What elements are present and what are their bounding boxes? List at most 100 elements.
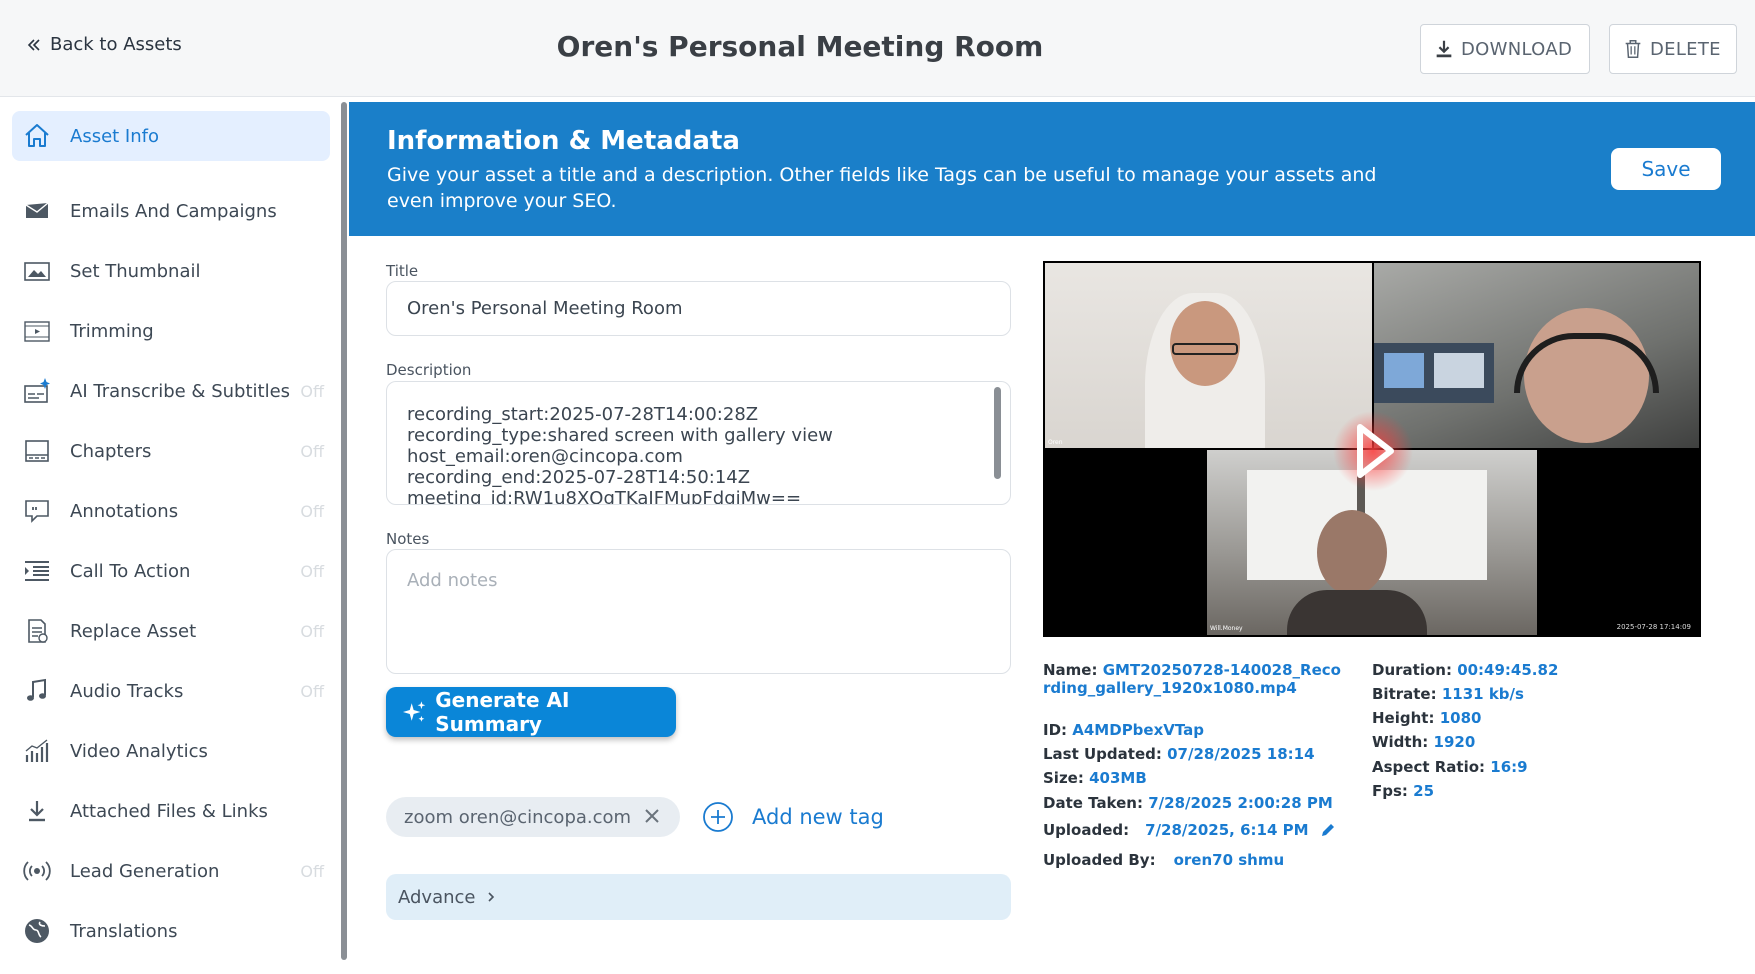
meta-value: 07/28/2025 18:14: [1167, 745, 1315, 763]
notes-label: Notes: [386, 530, 430, 548]
film-trim-icon: [20, 314, 54, 348]
meta-value: A4MDPbexVTap: [1072, 721, 1205, 739]
sidebar-item-label: Emails And Campaigns: [70, 200, 277, 222]
download-icon: [1436, 40, 1452, 58]
add-new-tag-button[interactable]: Add new tag: [702, 801, 884, 833]
generate-ai-summary-button[interactable]: Generate AI Summary: [386, 687, 676, 737]
sidebar-item-lead-generation[interactable]: Lead Generation Off: [12, 846, 330, 896]
advance-label: Advance: [398, 886, 476, 908]
sidebar-item-label: Chapters: [70, 440, 152, 462]
meta-key: Uploaded By:: [1043, 851, 1156, 869]
sidebar-item-video-analytics[interactable]: Video Analytics: [12, 726, 330, 776]
meta-key: Duration:: [1372, 661, 1452, 679]
download-arrow-icon: [20, 794, 54, 828]
sidebar-item-label: Trimming: [70, 320, 154, 342]
sidebar-item-state: Off: [300, 681, 324, 701]
delete-button[interactable]: DELETE: [1609, 24, 1737, 74]
meta-height: Height: 1080: [1372, 709, 1481, 727]
description-textarea[interactable]: recording_start:2025-07-28T14:00:28Z rec…: [386, 381, 1011, 505]
participant-face: [1317, 510, 1387, 595]
video-player[interactable]: Oren Will.Money 2025-07-28 17:14:09: [1043, 261, 1701, 637]
sidebar-item-state: Off: [300, 441, 324, 461]
monitor-screen: [1434, 353, 1484, 388]
sparkles-icon: [402, 701, 426, 722]
title-input[interactable]: Oren's Personal Meeting Room: [386, 281, 1011, 336]
sidebar-item-label: Attached Files & Links: [70, 800, 268, 822]
download-button[interactable]: DOWNLOAD: [1420, 24, 1590, 74]
meta-name: Name: GMT20250728-140028_Recording_galle…: [1043, 661, 1343, 697]
sidebar-item-call-to-action[interactable]: Call To Action Off: [12, 546, 330, 596]
meta-value: 403MB: [1089, 769, 1147, 787]
broadcast-icon: [20, 854, 54, 888]
sidebar-item-attached-files[interactable]: Attached Files & Links: [12, 786, 330, 836]
meta-value: 7/28/2025 2:00:28 PM: [1148, 794, 1333, 812]
video-tile-participant-2: [1374, 263, 1699, 448]
info-banner: Information & Metadata Give your asset a…: [349, 102, 1755, 236]
meta-key: Aspect Ratio:: [1372, 758, 1486, 776]
meta-key: Height:: [1372, 709, 1435, 727]
advance-section-toggle[interactable]: Advance: [386, 874, 1011, 920]
sidebar-item-state: Off: [300, 501, 324, 521]
meta-key: Date Taken:: [1043, 794, 1143, 812]
sidebar-scrollbar[interactable]: [341, 102, 347, 960]
meta-key: ID:: [1043, 721, 1068, 739]
meta-uploaded-by: Uploaded By: oren70 shmu: [1043, 851, 1284, 869]
notes-textarea[interactable]: Add notes: [386, 549, 1011, 674]
meta-id: ID: A4MDPbexVTap: [1043, 721, 1204, 739]
sidebar-item-label: Lead Generation: [70, 860, 220, 882]
sidebar-item-state: Off: [300, 861, 324, 881]
save-button[interactable]: Save: [1611, 148, 1721, 190]
meta-value: 1080: [1439, 709, 1482, 727]
analytics-icon: [20, 734, 54, 768]
meta-aspect-ratio: Aspect Ratio: 16:9: [1372, 758, 1528, 776]
page-title: Oren's Personal Meeting Room: [556, 30, 1044, 63]
meta-key: Name:: [1043, 661, 1098, 679]
sidebar-item-emails[interactable]: Emails And Campaigns: [12, 186, 330, 236]
sidebar-item-ai-transcribe[interactable]: AI Transcribe & Subtitles Off: [12, 366, 330, 416]
chapters-icon: [20, 434, 54, 468]
sidebar-item-chapters[interactable]: Chapters Off: [12, 426, 330, 476]
sidebar-item-replace-asset[interactable]: Replace Asset Off: [12, 606, 330, 656]
meta-bitrate: Bitrate: 1131 kb/s: [1372, 685, 1524, 703]
meta-last-updated: Last Updated: 07/28/2025 18:14: [1043, 745, 1315, 763]
sidebar-item-audio-tracks[interactable]: Audio Tracks Off: [12, 666, 330, 716]
sidebar-item-translations[interactable]: Translations: [12, 906, 330, 956]
meta-key: Fps:: [1372, 782, 1408, 800]
speech-bubble-icon: [20, 494, 54, 528]
sidebar-item-asset-info[interactable]: Asset Info: [12, 111, 330, 161]
close-icon[interactable]: [642, 806, 662, 826]
image-icon: [20, 254, 54, 288]
meta-value: 1131 kb/s: [1441, 685, 1524, 703]
sidebar-item-state: Off: [300, 381, 324, 401]
description-scrollbar[interactable]: [994, 387, 1001, 479]
sidebar-item-annotations[interactable]: Annotations Off: [12, 486, 330, 536]
participant-shoulders: [1287, 590, 1427, 635]
ai-subtitles-icon: [20, 374, 54, 408]
meta-uploaded: Uploaded: 7/28/2025, 6:14 PM: [1043, 821, 1337, 839]
pencil-icon[interactable]: [1319, 821, 1337, 839]
meta-value: oren70 shmu: [1173, 851, 1285, 869]
monitor-screen: [1384, 353, 1424, 388]
play-icon[interactable]: [1333, 411, 1413, 491]
replace-file-icon: [20, 614, 54, 648]
sidebar-item-label: Set Thumbnail: [70, 260, 201, 282]
meta-date-taken: Date Taken: 7/28/2025 2:00:28 PM: [1043, 794, 1333, 812]
sidebar-item-trimming[interactable]: Trimming: [12, 306, 330, 356]
sidebar-item-state: Off: [300, 561, 324, 581]
title-label: Title: [386, 262, 419, 280]
download-label: DOWNLOAD: [1461, 38, 1573, 60]
sidebar-item-label: Annotations: [70, 500, 179, 522]
sidebar-item-set-thumbnail[interactable]: Set Thumbnail: [12, 246, 330, 296]
meta-width: Width: 1920: [1372, 733, 1475, 751]
meta-value: 00:49:45.82: [1457, 661, 1559, 679]
tile-name-label: Oren: [1048, 439, 1063, 446]
description-line: recording_type:shared screen with galler…: [407, 425, 833, 446]
home-icon: [20, 119, 54, 153]
globe-icon: [20, 914, 54, 948]
description-line: recording_end:2025-07-28T14:50:14Z: [407, 467, 751, 488]
trash-icon: [1625, 40, 1641, 58]
sidebar-item-label: Translations: [70, 920, 178, 942]
meta-key: Width:: [1372, 733, 1429, 751]
sidebar-item-state: Off: [300, 621, 324, 641]
banner-description: Give your asset a title and a descriptio…: [387, 164, 1377, 212]
